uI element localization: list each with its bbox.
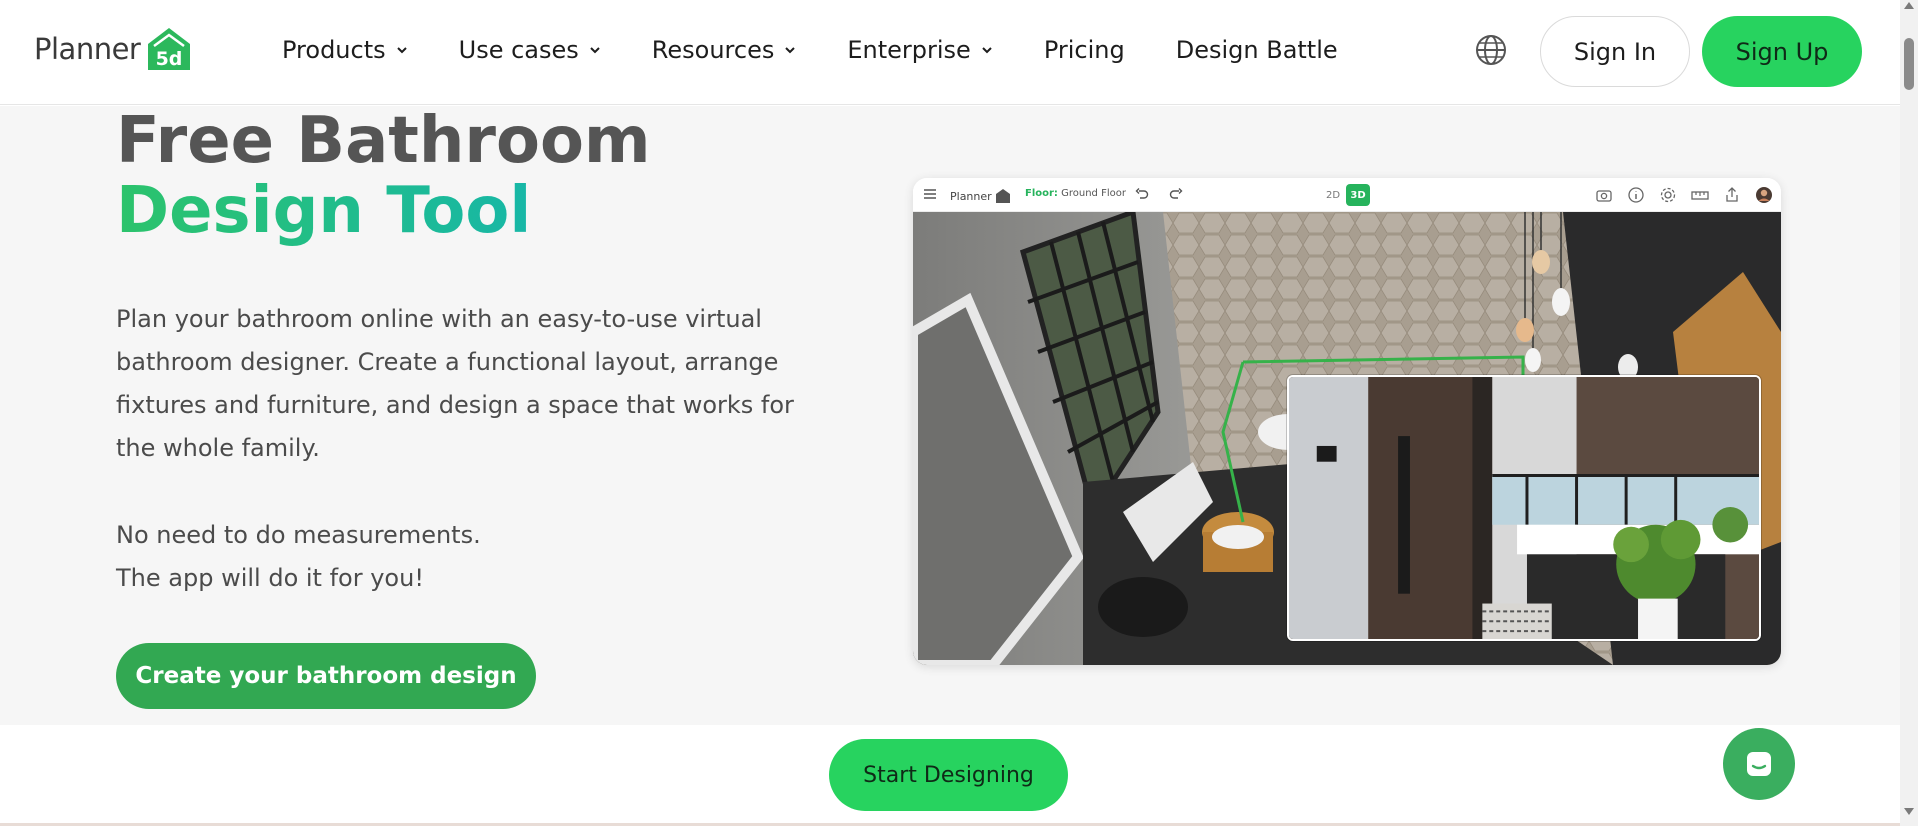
chat-icon xyxy=(1747,752,1771,776)
redo-icon xyxy=(1169,188,1183,199)
sign-in-button[interactable]: Sign In xyxy=(1540,16,1690,87)
preview-toolbar: Planner Floor: Ground Floor 2D 3D xyxy=(913,178,1781,212)
hero-note-line2: The app will do it for you! xyxy=(116,564,424,592)
nav-label: Pricing xyxy=(1043,36,1125,64)
hero-title-line2: Design Tool xyxy=(116,174,532,248)
mode-3d: 3D xyxy=(1346,184,1370,206)
scroll-up-arrow-icon[interactable] xyxy=(1904,2,1914,9)
create-design-button[interactable]: Create your bathroom design xyxy=(116,643,536,709)
nav-products[interactable]: Products xyxy=(282,36,408,64)
scroll-down-arrow-icon[interactable] xyxy=(1904,808,1914,815)
nav-resources[interactable]: Resources xyxy=(652,36,797,64)
mode-2d: 2D xyxy=(1325,189,1341,201)
preview-toolbar-right xyxy=(1595,186,1773,204)
preview-logo: Planner xyxy=(950,188,1011,204)
floor-selector: Floor: Ground Floor xyxy=(1025,188,1126,199)
hero-note-line1: No need to do measurements. xyxy=(116,521,481,549)
sign-up-button[interactable]: Sign Up xyxy=(1702,16,1862,87)
floor-label: Floor: xyxy=(1025,188,1058,199)
share-icon xyxy=(1726,187,1738,202)
chevron-down-icon xyxy=(982,47,992,54)
nav-use-cases[interactable]: Use cases xyxy=(459,36,601,64)
chevron-down-icon xyxy=(396,47,407,54)
chat-button[interactable] xyxy=(1723,728,1795,800)
start-designing-button[interactable]: Start Designing xyxy=(829,739,1068,811)
globe-icon[interactable] xyxy=(1474,33,1508,67)
hero-section: Free Bathroom Design Tool Plan your bath… xyxy=(0,106,1900,725)
menu-icon xyxy=(924,189,936,199)
app-preview: Planner Floor: Ground Floor 2D 3D xyxy=(913,178,1781,665)
main-nav: Products Use cases Resources Enterprise … xyxy=(282,36,1389,64)
logo-house-icon xyxy=(995,189,1010,203)
hero-description: Plan your bathroom online with an easy-t… xyxy=(116,305,794,462)
ruler-icon xyxy=(1691,191,1709,200)
logo-text: Planner xyxy=(34,32,141,66)
settings-icon xyxy=(1660,187,1676,203)
chevron-down-icon xyxy=(590,47,600,54)
page-scrollbar[interactable] xyxy=(1900,0,1918,826)
nav-label: Resources xyxy=(651,36,775,64)
nav-label: Use cases xyxy=(458,36,579,64)
chevron-down-icon xyxy=(785,47,796,54)
floor-value: Ground Floor xyxy=(1061,188,1126,199)
scroll-thumb[interactable] xyxy=(1904,38,1914,90)
nav-label: Design Battle xyxy=(1175,36,1338,64)
avatar xyxy=(1756,187,1772,203)
svg-text:5d: 5d xyxy=(156,48,183,70)
nav-enterprise[interactable]: Enterprise xyxy=(847,36,992,64)
camera-icon xyxy=(1596,190,1612,202)
site-header: Planner 5d Products Use cases Resources … xyxy=(0,0,1900,105)
undo-icon xyxy=(1135,188,1149,199)
info-icon xyxy=(1628,187,1644,203)
preview-logo-text: Planner xyxy=(950,189,992,203)
bathroom-photo-inset xyxy=(1287,375,1761,641)
nav-design-battle[interactable]: Design Battle xyxy=(1176,36,1338,64)
planner5d-logo[interactable]: Planner 5d xyxy=(34,26,192,72)
nav-pricing[interactable]: Pricing xyxy=(1044,36,1125,64)
logo-house-icon: 5d xyxy=(148,28,191,70)
nav-label: Products xyxy=(282,36,386,64)
nav-label: Enterprise xyxy=(847,36,971,64)
hero-title-line1: Free Bathroom xyxy=(116,104,651,178)
hero-note: No need to do measurements. The app will… xyxy=(116,514,481,600)
